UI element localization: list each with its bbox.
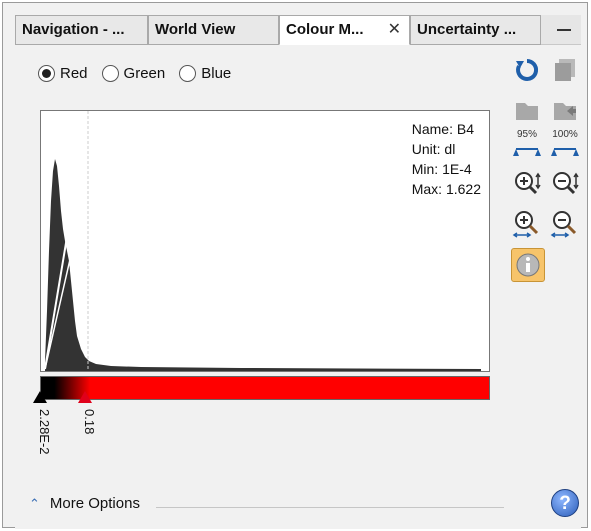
copy-button[interactable] (550, 55, 580, 85)
export-button[interactable] (550, 93, 580, 123)
zoom-out-vertical-button[interactable] (550, 169, 580, 199)
range-100-icon (551, 148, 579, 156)
tab-colour-manipulation[interactable]: Colour M... ✕ (279, 15, 410, 45)
colour-manipulation-window: Navigation - ... World View Colour M... … (2, 2, 588, 529)
reset-icon (516, 58, 539, 81)
range-100-button[interactable]: 100% (550, 129, 580, 161)
radio-red[interactable]: Red (38, 65, 88, 82)
band-min: Min: 1E-4 (411, 161, 472, 177)
import-icon (516, 103, 538, 120)
range-95-button[interactable]: 95% (512, 129, 542, 161)
radio-label: Red (60, 65, 88, 82)
divider (156, 507, 504, 508)
zoom-in-vertical-icon (515, 172, 541, 195)
tab-uncertainty[interactable]: Uncertainty ... (410, 15, 541, 45)
more-options-label: More Options (49, 495, 140, 512)
black-slider-value[interactable]: 2.28E-2 (37, 409, 52, 455)
band-max: Max: 1.622 (411, 181, 481, 197)
band-name: Name: B4 (411, 121, 474, 137)
help-button[interactable]: ? (551, 489, 579, 517)
tab-world-view[interactable]: World View (148, 15, 279, 45)
radio-label: Blue (201, 65, 232, 82)
info-icon (516, 253, 540, 277)
tab-label: World View (155, 21, 236, 38)
close-icon[interactable]: ✕ (388, 16, 401, 44)
tab-navigation[interactable]: Navigation - ... (15, 15, 148, 45)
more-options-toggle[interactable]: ⌃ More Options (29, 495, 140, 512)
tab-label: Uncertainty ... (417, 21, 517, 38)
zoom-out-vertical-icon (553, 172, 579, 195)
tab-bar: Navigation - ... World View Colour M... … (15, 15, 581, 45)
double-chevron-up-icon: ⌃ (29, 495, 40, 511)
reset-button[interactable] (512, 55, 542, 85)
band-unit: Unit: dl (411, 141, 456, 157)
range-95-icon (513, 148, 541, 156)
info-toggle-button[interactable] (511, 248, 545, 282)
copy-icon (555, 59, 575, 81)
radio-green[interactable]: Green (101, 65, 166, 82)
import-button[interactable] (512, 93, 542, 123)
zoom-in-vertical-button[interactable] (512, 169, 542, 199)
zoom-in-horizontal-button[interactable] (512, 209, 542, 239)
tab-label: Navigation - ... (22, 21, 125, 38)
radio-button[interactable] (38, 65, 55, 82)
zoom-out-horizontal-icon (550, 211, 577, 238)
colour-manipulation-panel: Red Green Blue Name: B4 Unit: dl Min: 1E… (15, 45, 581, 529)
colour-bar[interactable] (40, 376, 490, 400)
radio-button[interactable] (101, 65, 119, 82)
black-slider[interactable] (33, 391, 47, 403)
zoom-in-horizontal-icon (512, 211, 539, 238)
histogram-view[interactable]: Name: B4 Unit: dl Min: 1E-4 Max: 1.622 (40, 110, 490, 372)
radio-blue[interactable]: Blue (179, 65, 231, 82)
radio-button[interactable] (179, 65, 197, 82)
channel-selector: Red Green Blue (38, 65, 231, 82)
red-slider-value[interactable]: 0.18 (82, 409, 97, 434)
radio-label: Green (123, 65, 166, 82)
minimize-button[interactable] (553, 19, 575, 39)
red-slider[interactable] (78, 391, 92, 403)
tab-label: Colour M... (286, 21, 364, 38)
zoom-out-horizontal-button[interactable] (550, 209, 580, 239)
band-info: Name: B4 Unit: dl Min: 1E-4 Max: 1.622 (412, 119, 481, 199)
export-icon (554, 103, 576, 120)
